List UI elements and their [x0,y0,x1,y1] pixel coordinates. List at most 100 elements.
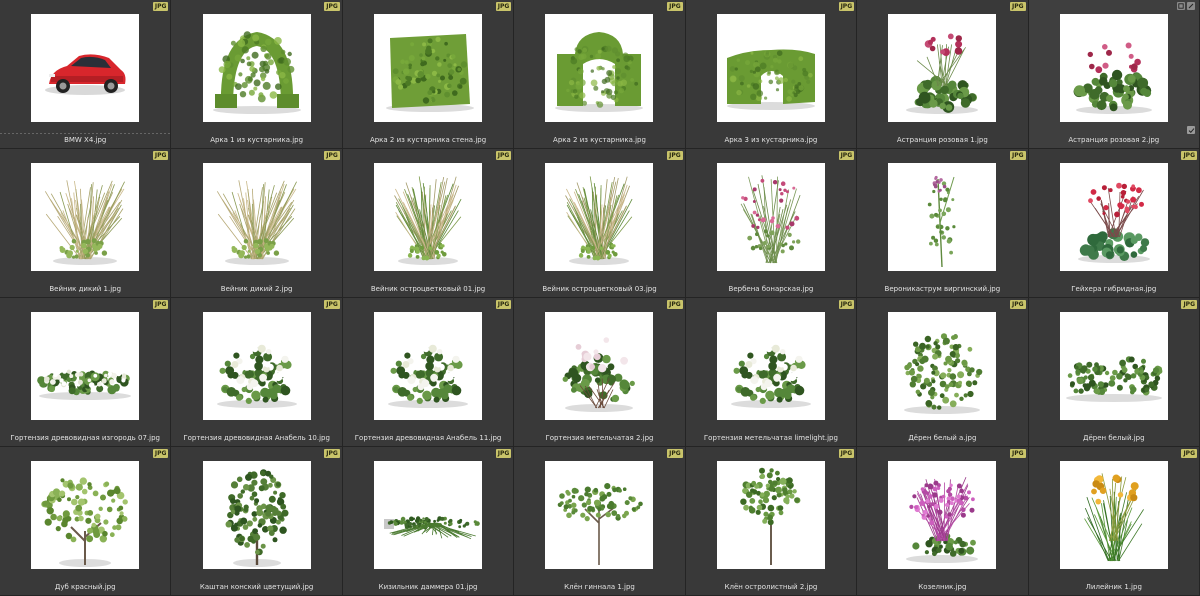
thumbnail-item[interactable]: JPG Дуб красный.jpg [0,447,172,596]
file-name-label: Вейник остроцветковый 01.jpg [370,285,486,293]
file-name-label: Козелник.jpg [918,583,967,591]
file-name-label: Гортензия метельчатая limelight.jpg [703,434,838,442]
file-type-badge: JPG [1181,300,1197,309]
item-tools [1177,2,1195,10]
file-type-badge: JPG [1010,300,1026,309]
file-name-label: Гортензия метельчатая 2.jpg [545,434,654,442]
selection-marker [0,133,171,134]
thumbnail-image [374,312,483,420]
thumbnail-image [545,14,654,122]
thumbnail-item[interactable]: JPG Гейхера гибридная.jpg [1028,149,1200,298]
thumbnail-item[interactable]: JPG Дёрен белый а.jpg [857,298,1029,447]
thumbnail-item[interactable]: JPG Гортензия древовидная изгородь 07.jpg [0,298,172,447]
file-type-badge: JPG [1010,2,1026,11]
thumbnail-image [374,461,483,569]
thumbnail-image [202,461,311,569]
thumbnail-image [716,461,825,569]
file-type-badge: JPG [495,2,512,11]
file-name-label: Астранция розовая 1.jpg [896,136,988,144]
file-type-badge: JPG [667,151,683,160]
file-type-badge: JPG [838,151,855,160]
file-name-label: Клён гиннала 1.jpg [564,583,635,591]
thumbnail-image [202,163,311,271]
file-type-badge: JPG [152,449,169,458]
thumbnail-item[interactable]: JPG Вейник дикий 2.jpg [171,149,343,298]
thumbnail-item[interactable]: JPG Клён гиннала 1.jpg [514,447,686,596]
thumbnail-image [545,312,654,420]
file-name-label: Гортензия древовидная изгородь 07.jpg [10,434,160,442]
thumbnail-image [1059,312,1168,420]
thumbnail-image [888,461,997,569]
file-type-badge: JPG [667,300,683,309]
file-name-label: Гейхера гибридная.jpg [1071,285,1157,293]
file-name-label: Астранция розовая 2.jpg [1068,136,1160,144]
thumbnail-image [716,312,825,420]
thumbnail-image [1059,461,1168,569]
thumbnail-image [31,14,140,122]
file-type-badge: JPG [495,300,512,309]
file-name-label: Гортензия древовидная Анабель 10.jpg [183,434,330,442]
thumbnail-item[interactable]: JPG Гортензия метельчатая limelight.jpg [685,298,858,447]
thumbnail-image [545,461,654,569]
file-type-badge: JPG [1181,449,1197,458]
file-name-label: BMW X4.jpg [64,136,107,144]
file-type-badge: JPG [838,2,855,11]
file-type-badge: JPG [838,449,855,458]
square-icon[interactable] [1177,2,1185,10]
thumbnail-item[interactable]: JPG Лилейник 1.jpg [1028,447,1200,596]
thumbnail-item[interactable]: JPG Вейник дикий 1.jpg [0,149,172,298]
file-type-badge: JPG [495,449,512,458]
file-name-label: Вейник остроцветковый 03.jpg [542,285,657,293]
thumbnail-item[interactable]: JPG Астранция розовая 1.jpg [857,0,1029,149]
file-name-label: Клён остролистный 2.jpg [724,583,818,591]
file-type-badge: JPG [1181,151,1197,160]
thumbnail-item[interactable]: JPG Вербена бонарская.jpg [685,149,858,298]
file-name-label: Каштан конский цветущий.jpg [199,583,314,591]
thumbnail-image [31,163,140,271]
file-name-label: Арка 2 из кустарника стена.jpg [369,136,487,144]
thumbnail-item[interactable]: JPG Гортензия древовидная Анабель 10.jpg [171,298,343,447]
thumbnail-grid: JPG BMW X4.jpg JPG Арка 1 из кустарника.jp… [0,0,1200,596]
thumbnail-item[interactable]: JPG Козелник.jpg [857,447,1029,596]
checkbox-icon[interactable] [1187,126,1195,134]
thumbnail-image [31,312,140,420]
thumbnail-image [202,14,311,122]
file-type-badge: JPG [838,300,855,309]
file-name-label: Вейник дикий 2.jpg [220,285,293,293]
thumbnail-image [716,163,825,271]
thumbnail-image [31,461,140,569]
thumbnail-item[interactable]: JPG Дёрен белый.jpg [1028,298,1200,447]
thumbnail-item[interactable]: JPG Гортензия метельчатая 2.jpg [514,298,686,447]
file-name-label: Арка 3 из кустарника.jpg [724,136,818,144]
thumbnail-image [888,14,997,122]
thumbnail-image [716,14,825,122]
file-type-badge: JPG [152,2,169,11]
thumbnail-image [1059,14,1168,122]
thumbnail-item[interactable]: JPG Гортензия древовидная Анабель 11.jpg [342,298,515,447]
file-type-badge: JPG [324,449,340,458]
thumbnail-image [888,312,997,420]
pencil-icon[interactable] [1187,2,1195,10]
thumbnail-item[interactable]: JPG Кизильник даммера 01.jpg [342,447,515,596]
file-type-badge: JPG [152,151,169,160]
file-type-badge: JPG [1010,151,1026,160]
thumbnail-item[interactable]: JPG Арка 3 из кустарника.jpg [685,0,858,149]
file-type-badge: JPG [667,449,683,458]
file-name-label: Арка 1 из кустарника.jpg [210,136,304,144]
file-name-label: Дёрен белый.jpg [1083,434,1145,442]
thumbnail-item[interactable]: JPG BMW X4.jpg [0,0,172,149]
thumbnail-item[interactable]: JPG Вероникаструм виргинский.jpg [857,149,1029,298]
thumbnail-image [888,163,997,271]
thumbnail-item[interactable]: JPG Арка 2 из кустарника.jpg [514,0,686,149]
thumbnail-item[interactable]: JPG Каштан конский цветущий.jpg [171,447,343,596]
thumbnail-item[interactable]: JPG Вейник остроцветковый 01.jpg [342,149,515,298]
thumbnail-item[interactable]: JPG Клён остролистный 2.jpg [685,447,858,596]
thumbnail-item[interactable]: JPG Арка 1 из кустарника.jpg [171,0,343,149]
thumbnail-item[interactable]: JPG Вейник остроцветковый 03.jpg [514,149,686,298]
file-name-label: Кизильник даммера 01.jpg [378,583,478,591]
file-name-label: Вероникаструм виргинский.jpg [884,285,1001,293]
thumbnail-item[interactable]: JPGАстранция розовая 2.jpg [1028,0,1200,149]
thumbnail-item[interactable]: JPG Арка 2 из кустарника стена.jpg [342,0,515,149]
file-name-label: Гортензия древовидная Анабель 11.jpg [354,434,502,442]
file-type-badge: JPG [667,2,683,11]
